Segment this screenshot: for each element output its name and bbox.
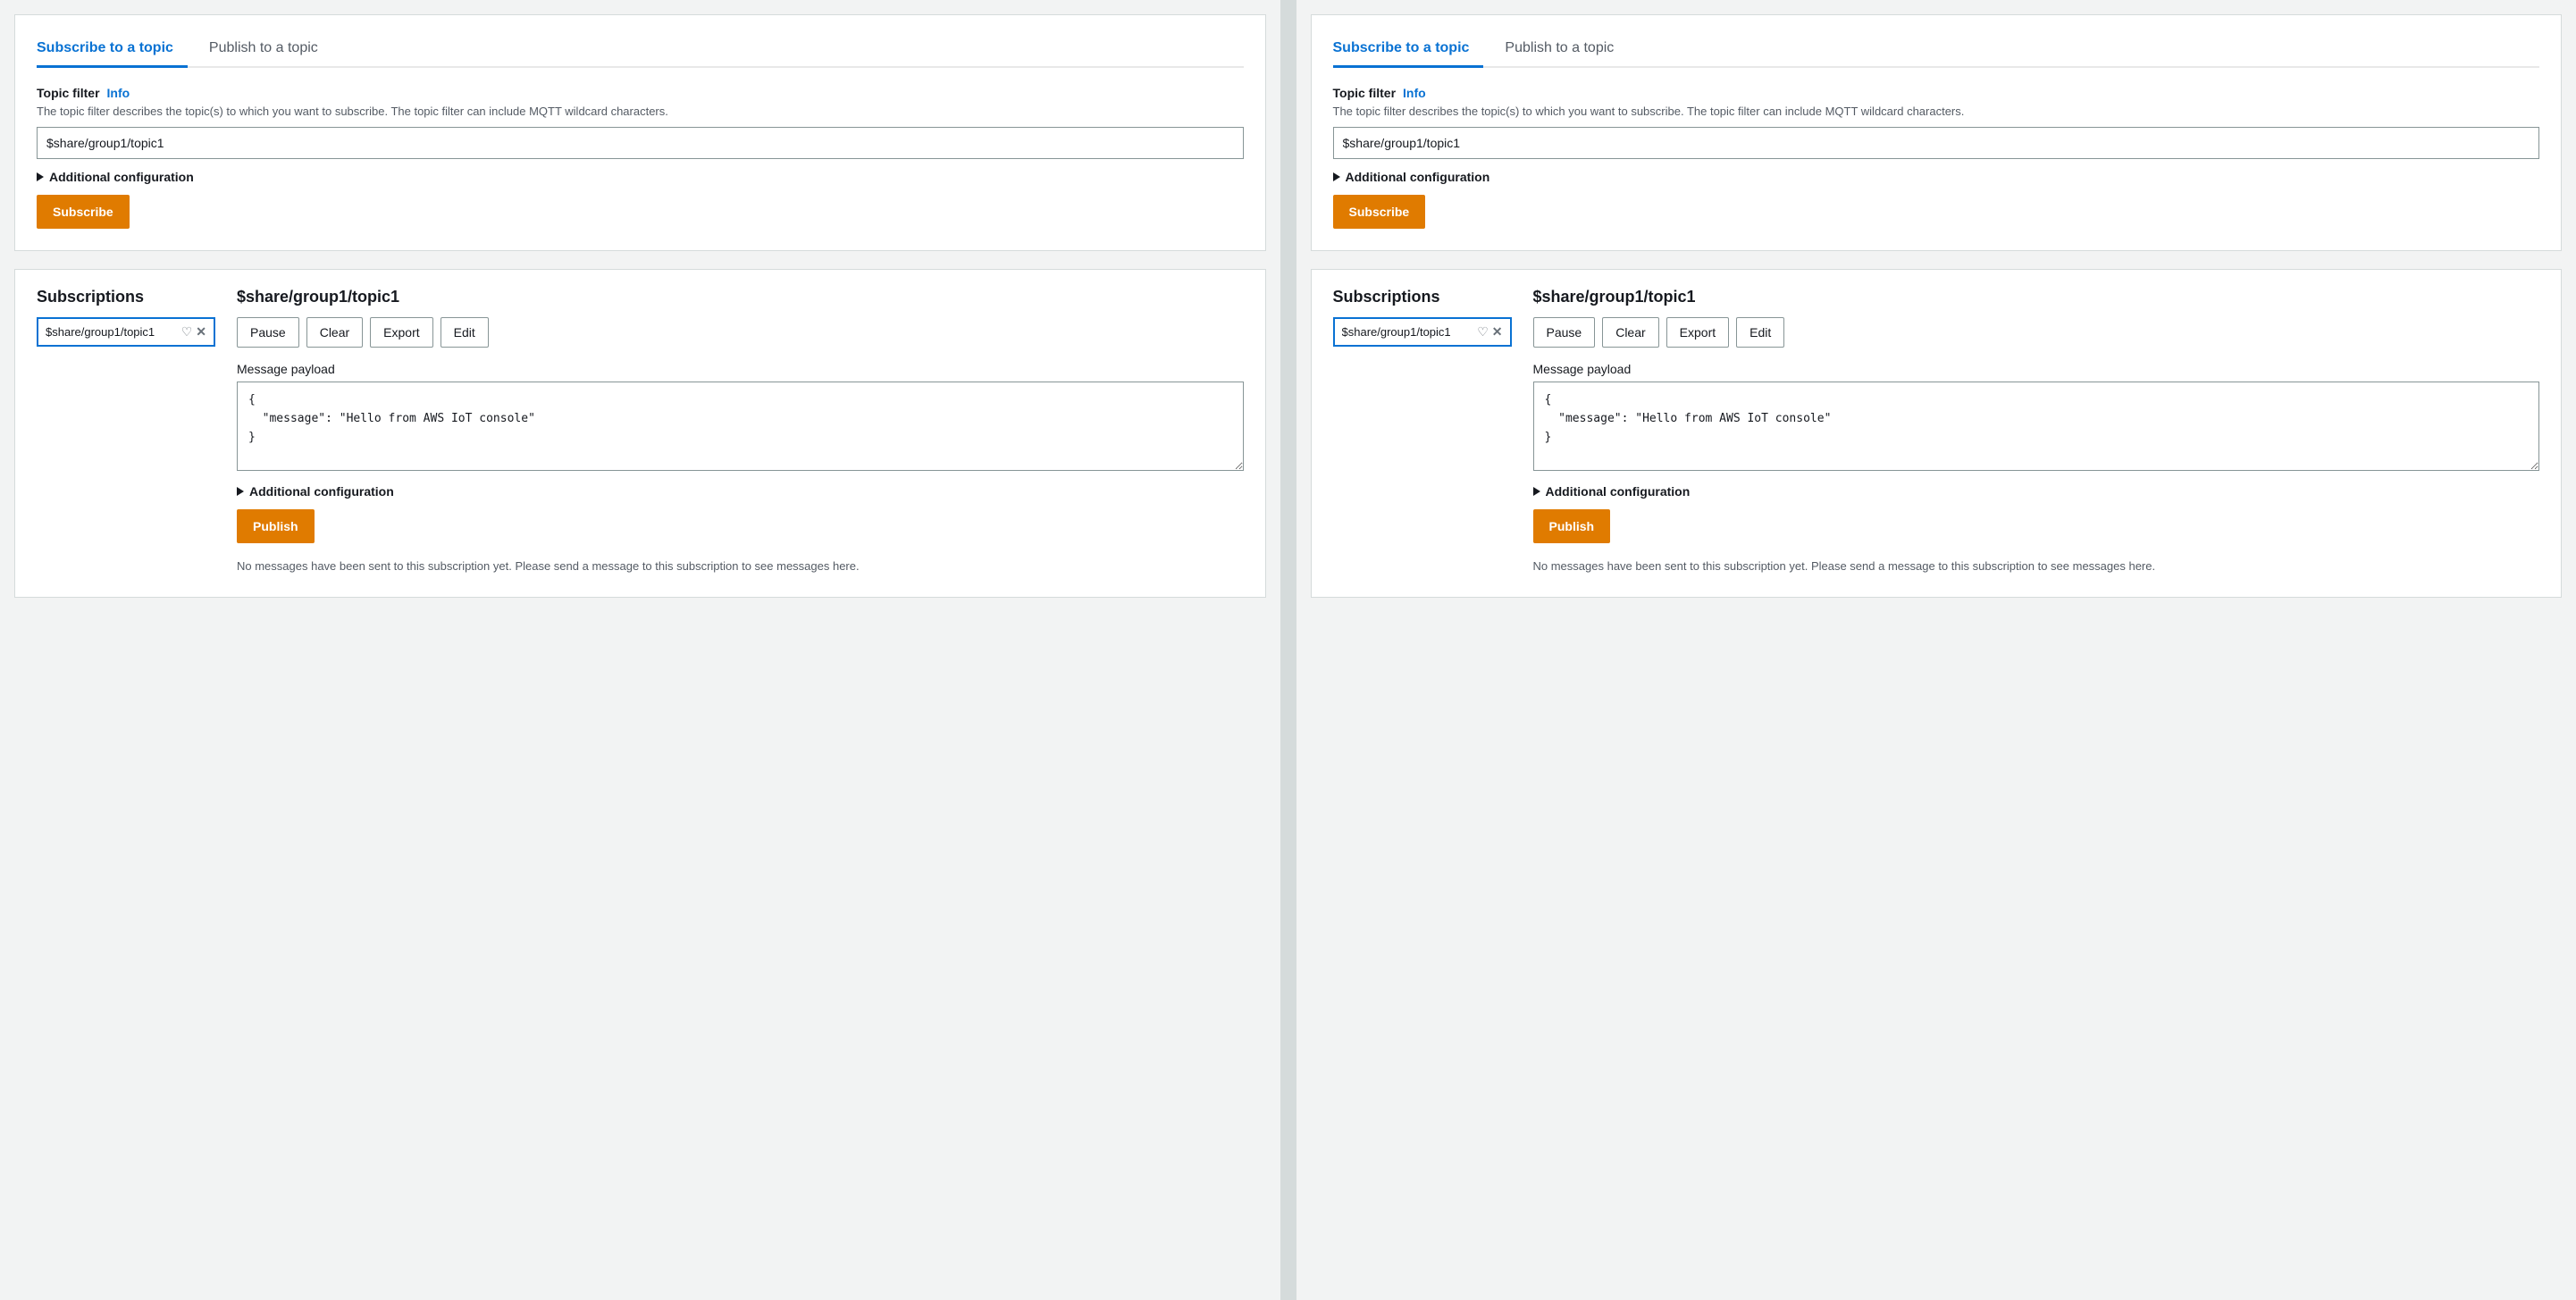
- left-additional-config-toggle[interactable]: Additional configuration: [37, 170, 1244, 184]
- right-info-link[interactable]: Info: [1403, 86, 1426, 100]
- left-subscription-topic: $share/group1/topic1: [46, 325, 178, 339]
- left-main-col: $share/group1/topic1 Pause Clear Export …: [237, 288, 1244, 575]
- left-subscription-item[interactable]: $share/group1/topic1 ♡ ✕: [37, 317, 215, 347]
- right-clear-button[interactable]: Clear: [1602, 317, 1658, 348]
- left-subscriptions-col: Subscriptions $share/group1/topic1 ♡ ✕: [37, 288, 215, 575]
- left-chevron-icon: [37, 172, 44, 181]
- left-topic-title: $share/group1/topic1: [237, 288, 1244, 306]
- right-tabs: Subscribe to a topic Publish to a topic: [1333, 33, 2540, 68]
- left-close-icon[interactable]: ✕: [196, 324, 206, 340]
- right-export-button[interactable]: Export: [1666, 317, 1729, 348]
- right-subscribe-section: Subscribe to a topic Publish to a topic …: [1311, 14, 2563, 251]
- right-topic-filter-desc: The topic filter describes the topic(s) …: [1333, 104, 2540, 120]
- right-subscriptions-col: Subscriptions $share/group1/topic1 ♡ ✕: [1333, 288, 1512, 575]
- left-publish-additional-config[interactable]: Additional configuration: [237, 484, 1244, 499]
- panel-divider: [1280, 0, 1296, 1300]
- right-subscription-item[interactable]: $share/group1/topic1 ♡ ✕: [1333, 317, 1512, 347]
- left-export-button[interactable]: Export: [370, 317, 432, 348]
- left-publish-button[interactable]: Publish: [237, 509, 315, 543]
- left-publish-chevron-icon: [237, 487, 244, 496]
- right-chevron-icon: [1333, 172, 1340, 181]
- left-topic-filter-label: Topic filter: [37, 86, 100, 100]
- right-topic-title: $share/group1/topic1: [1533, 288, 2540, 306]
- left-info-link[interactable]: Info: [107, 86, 130, 100]
- left-tab-subscribe[interactable]: Subscribe to a topic: [37, 33, 188, 68]
- left-tab-publish[interactable]: Publish to a topic: [209, 33, 332, 68]
- left-topic-filter-label-row: Topic filter Info: [37, 86, 1244, 100]
- right-publish-additional-config[interactable]: Additional configuration: [1533, 484, 2540, 499]
- left-payload-textarea[interactable]: { "message": "Hello from AWS IoT console…: [237, 382, 1244, 471]
- left-topic-filter-desc: The topic filter describes the topic(s) …: [37, 104, 1244, 120]
- right-payload-label: Message payload: [1533, 362, 2540, 376]
- left-subscribe-section: Subscribe to a topic Publish to a topic …: [14, 14, 1266, 251]
- left-subscribe-button[interactable]: Subscribe: [37, 195, 130, 229]
- left-bottom-layout: Subscriptions $share/group1/topic1 ♡ ✕ $…: [37, 288, 1244, 575]
- right-publish-chevron-icon: [1533, 487, 1540, 496]
- left-topic-filter-input[interactable]: [37, 127, 1244, 159]
- left-no-messages: No messages have been sent to this subsc…: [237, 558, 1244, 575]
- left-clear-button[interactable]: Clear: [306, 317, 363, 348]
- right-subscription-topic: $share/group1/topic1: [1342, 325, 1474, 339]
- left-bottom-section: Subscriptions $share/group1/topic1 ♡ ✕ $…: [14, 269, 1266, 598]
- left-panel: Subscribe to a topic Publish to a topic …: [0, 0, 1280, 1300]
- right-topic-filter-label-row: Topic filter Info: [1333, 86, 2540, 100]
- right-pause-button[interactable]: Pause: [1533, 317, 1596, 348]
- right-bottom-section: Subscriptions $share/group1/topic1 ♡ ✕ $…: [1311, 269, 2563, 598]
- left-heart-icon[interactable]: ♡: [181, 324, 193, 340]
- left-pause-button[interactable]: Pause: [237, 317, 299, 348]
- right-edit-button[interactable]: Edit: [1736, 317, 1784, 348]
- right-close-icon[interactable]: ✕: [1492, 324, 1503, 340]
- left-payload-label: Message payload: [237, 362, 1244, 376]
- right-bottom-layout: Subscriptions $share/group1/topic1 ♡ ✕ $…: [1333, 288, 2540, 575]
- right-tab-publish[interactable]: Publish to a topic: [1505, 33, 1628, 68]
- right-topic-filter-input[interactable]: [1333, 127, 2540, 159]
- right-main-col: $share/group1/topic1 Pause Clear Export …: [1533, 288, 2540, 575]
- right-no-messages: No messages have been sent to this subsc…: [1533, 558, 2540, 575]
- right-heart-icon[interactable]: ♡: [1477, 324, 1489, 340]
- right-tab-subscribe[interactable]: Subscribe to a topic: [1333, 33, 1484, 68]
- left-edit-button[interactable]: Edit: [441, 317, 489, 348]
- left-action-buttons: Pause Clear Export Edit: [237, 317, 1244, 348]
- right-publish-button[interactable]: Publish: [1533, 509, 1611, 543]
- right-topic-filter-label: Topic filter: [1333, 86, 1397, 100]
- right-payload-textarea[interactable]: { "message": "Hello from AWS IoT console…: [1533, 382, 2540, 471]
- right-subscriptions-title: Subscriptions: [1333, 288, 1512, 306]
- right-panel: Subscribe to a topic Publish to a topic …: [1296, 0, 2576, 1300]
- right-action-buttons: Pause Clear Export Edit: [1533, 317, 2540, 348]
- right-subscribe-button[interactable]: Subscribe: [1333, 195, 1426, 229]
- left-subscriptions-title: Subscriptions: [37, 288, 215, 306]
- right-additional-config-toggle[interactable]: Additional configuration: [1333, 170, 2540, 184]
- left-tabs: Subscribe to a topic Publish to a topic: [37, 33, 1244, 68]
